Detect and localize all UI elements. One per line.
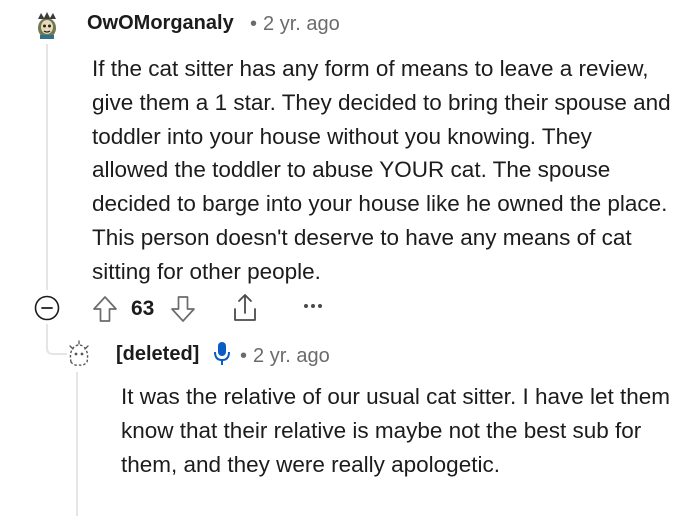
vote-count: 63 <box>131 297 155 320</box>
collapse-minus-icon[interactable] <box>34 295 60 321</box>
thread-line-top <box>46 44 48 290</box>
meta-separator: • <box>240 345 248 367</box>
comment-age: 2 yr. ago <box>263 13 340 35</box>
comment-body: If the cat sitter has any form of means … <box>92 56 671 284</box>
comment-meta: • 2 yr. ago <box>250 13 340 36</box>
reply-meta: • 2 yr. ago <box>240 345 330 368</box>
comment-username[interactable]: OwOMorganaly <box>87 12 234 35</box>
microphone-icon <box>213 341 231 367</box>
share-icon[interactable] <box>230 292 260 324</box>
reply-age: 2 yr. ago <box>253 345 330 367</box>
reply-username[interactable]: [deleted] <box>116 343 199 366</box>
meta-separator: • <box>250 13 258 35</box>
reply-body: It was the relative of our usual cat sit… <box>121 384 671 477</box>
upvote-arrow-icon[interactable] <box>91 294 119 324</box>
user-avatar-icon[interactable] <box>34 11 60 39</box>
thread-line-reply <box>76 372 78 516</box>
deleted-user-avatar-icon[interactable] <box>66 340 92 368</box>
downvote-arrow-icon[interactable] <box>169 294 197 324</box>
more-dots-icon[interactable] <box>303 299 323 311</box>
